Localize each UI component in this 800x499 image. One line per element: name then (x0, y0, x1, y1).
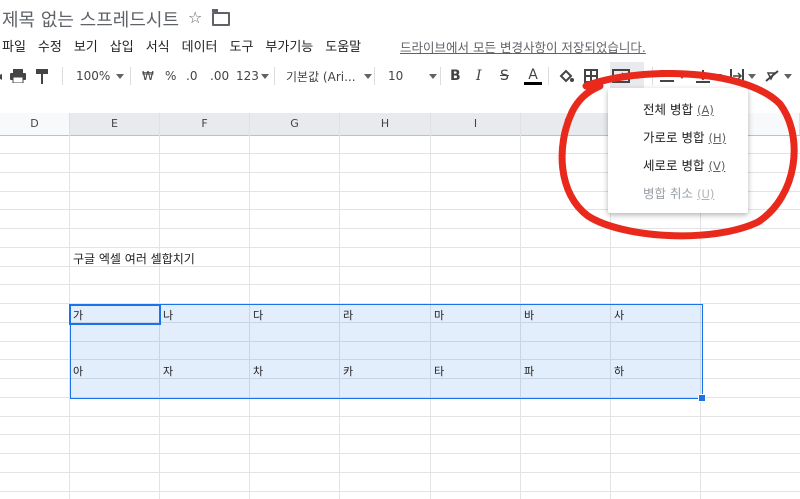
paint-format-icon[interactable] (36, 62, 48, 90)
column-header-i[interactable]: I (431, 113, 521, 135)
text-color-swatch (524, 81, 542, 85)
folder-move-icon[interactable] (212, 9, 230, 26)
cell-i-row1[interactable]: 마 (434, 307, 444, 323)
column-header-e[interactable]: E (70, 113, 160, 135)
text-color-button[interactable]: A (524, 62, 542, 90)
cell-g-row1[interactable]: 다 (253, 307, 263, 323)
cell-caption-text[interactable]: 구글 엑셀 여러 셀합치기 (73, 250, 195, 267)
column-header-d[interactable]: D (0, 113, 70, 135)
cell-j-row1[interactable]: 바 (524, 307, 534, 323)
menu-insert[interactable]: 삽입 (104, 36, 140, 55)
menu-edit[interactable]: 수정 (32, 36, 68, 55)
cell-e-row2[interactable]: 아 (73, 363, 83, 379)
italic-button[interactable]: I (476, 62, 482, 90)
font-family-select[interactable]: 기본값 (Ari... (286, 62, 372, 90)
undo-redo-icon[interactable]: ◂ (0, 62, 2, 90)
more-formats-select[interactable]: 123 (236, 62, 269, 90)
cell-g-row2[interactable]: 차 (253, 363, 263, 379)
percent-format-button[interactable]: % (165, 62, 176, 90)
increase-decimal-button[interactable]: .00 (210, 62, 229, 90)
cell-k-row2[interactable]: 하 (614, 363, 624, 379)
red-annotation-circle (558, 70, 798, 240)
cell-j-row2[interactable]: 파 (524, 363, 534, 379)
menu-addons[interactable]: 부가기능 (259, 36, 319, 55)
cell-h-row2[interactable]: 카 (343, 363, 353, 379)
bold-button[interactable]: B (450, 62, 461, 90)
save-status-link[interactable]: 드라이브에서 모든 변경사항이 저장되었습니다. (400, 37, 646, 56)
cell-e-row1[interactable]: 가 (73, 307, 83, 323)
menu-file[interactable]: 파일 (0, 36, 32, 55)
menu-help[interactable]: 도움말 (319, 36, 367, 55)
document-title[interactable]: 제목 없는 스프레드시트 (2, 6, 179, 32)
menu-format[interactable]: 서식 (140, 36, 176, 55)
column-header-g[interactable]: G (250, 113, 340, 135)
cell-i-row2[interactable]: 타 (434, 363, 444, 379)
menu-data[interactable]: 데이터 (176, 36, 224, 55)
cell-h-row1[interactable]: 라 (343, 307, 353, 323)
decrease-decimal-button[interactable]: .0 (186, 62, 197, 90)
strikethrough-button[interactable]: S (500, 62, 509, 90)
column-header-f[interactable]: F (160, 113, 250, 135)
font-size-select[interactable]: 10 (388, 62, 438, 90)
cell-k-row1[interactable]: 사 (614, 307, 624, 323)
cell-f-row1[interactable]: 나 (163, 307, 173, 323)
cell-f-row2[interactable]: 자 (163, 363, 173, 379)
menu-view[interactable]: 보기 (68, 36, 104, 55)
zoom-select[interactable]: 100% (76, 62, 125, 90)
currency-format-button[interactable]: ₩ (142, 62, 154, 90)
menu-tools[interactable]: 도구 (224, 36, 260, 55)
menu-bar: 파일 수정 보기 삽입 서식 데이터 도구 부가기능 도움말 (0, 34, 367, 56)
fill-handle[interactable] (698, 394, 706, 402)
star-icon[interactable]: ☆ (188, 8, 202, 27)
print-icon[interactable] (10, 62, 26, 90)
column-header-h[interactable]: H (340, 113, 431, 135)
